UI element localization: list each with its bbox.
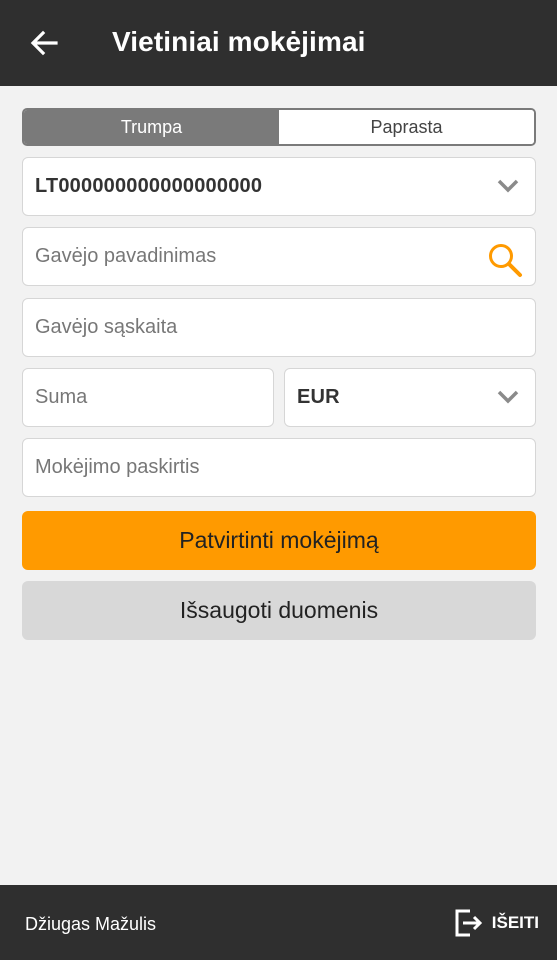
source-account-value: LT000000000000000000 bbox=[35, 175, 263, 197]
logout-icon bbox=[455, 909, 482, 937]
logout-button[interactable]: IŠEITI bbox=[452, 905, 539, 941]
user-name: Džiugas Mažulis bbox=[25, 914, 157, 934]
page-title: Vietiniai mokėjimai bbox=[112, 26, 366, 57]
currency-select[interactable]: EUR bbox=[284, 368, 536, 427]
search-icon[interactable] bbox=[487, 242, 523, 278]
back-button[interactable] bbox=[22, 23, 66, 63]
arrow-left-icon bbox=[30, 30, 58, 56]
save-data-button[interactable]: Išsaugoti duomenis bbox=[22, 581, 536, 640]
source-account-select[interactable]: LT000000000000000000 bbox=[22, 157, 536, 216]
tab-paprasta[interactable]: Paprasta bbox=[279, 110, 534, 144]
footer-bar: Džiugas Mažulis IŠEITI bbox=[0, 885, 557, 960]
amount-field bbox=[22, 368, 274, 427]
purpose-input[interactable] bbox=[35, 439, 535, 496]
recipient-name-input[interactable] bbox=[35, 228, 479, 285]
amount-input[interactable] bbox=[35, 369, 273, 426]
recipient-account-input[interactable] bbox=[35, 299, 535, 356]
app-bar: Vietiniai mokėjimai bbox=[0, 0, 557, 86]
purpose-field bbox=[22, 438, 536, 497]
currency-value: EUR bbox=[297, 386, 340, 408]
tab-trumpa[interactable]: Trumpa bbox=[24, 110, 279, 144]
logout-label: IŠEITI bbox=[491, 913, 539, 932]
confirm-payment-button[interactable]: Patvirtinti mokėjimą bbox=[22, 511, 536, 570]
recipient-name-field bbox=[22, 227, 536, 286]
recipient-account-field bbox=[22, 298, 536, 357]
chevron-down-icon bbox=[497, 390, 519, 404]
mode-toggle: Trumpa Paprasta bbox=[22, 108, 536, 146]
chevron-down-icon bbox=[497, 179, 519, 193]
